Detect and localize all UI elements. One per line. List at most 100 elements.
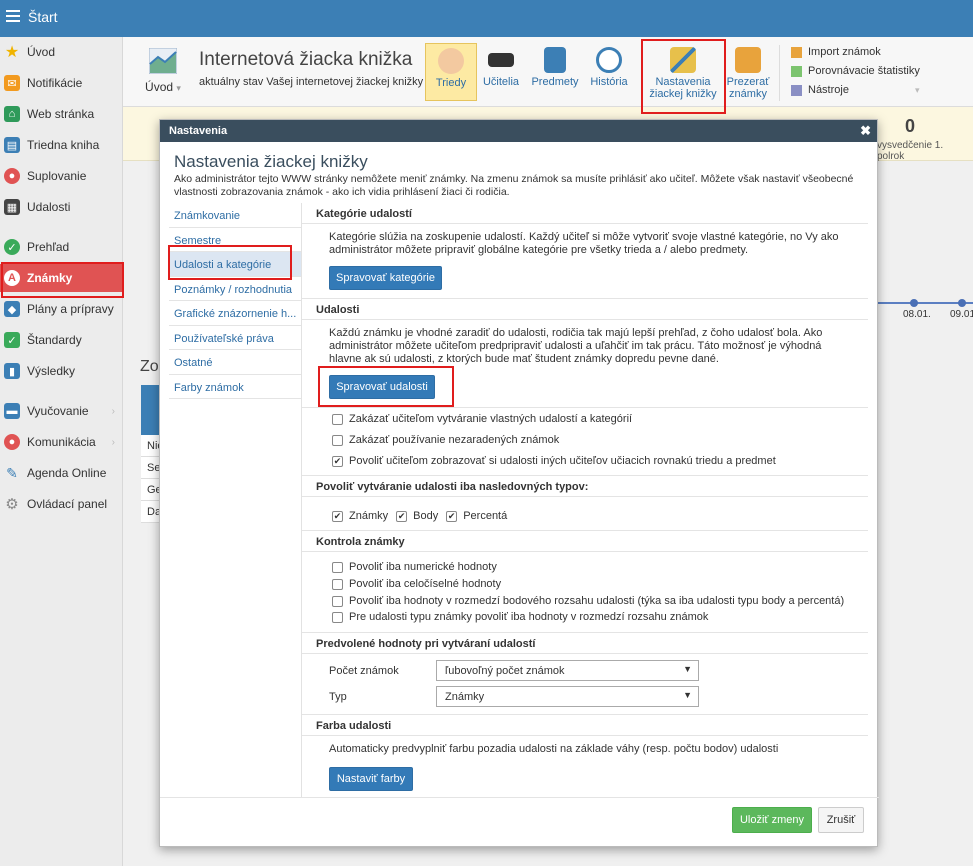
checkbox-row[interactable]: Pre udalosti typu známky povoliť iba hod… bbox=[332, 611, 708, 623]
toolbar-right-links: Import známok Porovnávacie štatistiky Ná… bbox=[791, 43, 920, 100]
set-colors-button[interactable]: Nastaviť farby bbox=[329, 767, 413, 791]
checkbox-row[interactable]: Povoliť iba celočíselné hodnoty bbox=[332, 578, 501, 590]
checkbox-row[interactable]: Zakázať používanie nezaradených známok bbox=[332, 434, 559, 446]
checkbox-checked[interactable]: ✔ bbox=[332, 455, 343, 467]
sidebar-item-udalosti[interactable]: ▦ Udalosti bbox=[0, 193, 123, 221]
sidebar-item-vysledky[interactable]: ▮ Výsledky bbox=[0, 357, 123, 385]
sidebar-item-label: Web stránka bbox=[27, 107, 95, 121]
settings-content: Kategórie udalostí Kategórie slúžia na z… bbox=[302, 203, 868, 797]
prezerat-label-line1: Prezerať bbox=[726, 76, 770, 88]
sidebar-item-uvod[interactable]: ★ Úvod bbox=[0, 38, 123, 66]
sidebar-item-label: Plány a prípravy bbox=[27, 302, 114, 316]
checkbox[interactable] bbox=[332, 611, 343, 623]
nastroje-dropdown[interactable]: Nástroje ▾ bbox=[791, 81, 920, 100]
uvod-button[interactable]: Úvod ▾ bbox=[139, 45, 187, 101]
checkbox-row[interactable]: Povoliť iba hodnoty v rozmedzí bodového … bbox=[332, 595, 844, 607]
statistics-icon bbox=[791, 66, 802, 77]
star-icon: ★ bbox=[4, 44, 20, 61]
sidebar-item-label: Vyučovanie bbox=[27, 404, 89, 418]
sidebar-item-plany[interactable]: ◆ Plány a prípravy bbox=[0, 295, 123, 323]
historia-button[interactable]: História bbox=[587, 43, 631, 101]
top-bar: Štart bbox=[0, 0, 973, 37]
nav-item-pouzivatelske-prava[interactable]: Používateľské práva bbox=[169, 326, 302, 350]
nastroje-label: Nástroje bbox=[808, 84, 849, 96]
count-select-value: ľubovoľný počet známok bbox=[445, 665, 565, 677]
caret-down-icon: ▼ bbox=[683, 664, 692, 674]
sidebar-item-suplovanie[interactable]: ● Suplovanie bbox=[0, 162, 123, 190]
manage-categories-button[interactable]: Spravovať kategórie bbox=[329, 266, 442, 290]
predmety-button[interactable]: Predmety bbox=[528, 43, 582, 101]
checkbox-row[interactable]: Zakázať učiteľom vytváranie vlastných ud… bbox=[332, 413, 632, 425]
sidebar-item-standardy[interactable]: ✓ Štandardy bbox=[0, 326, 123, 354]
type-select[interactable]: Známky ▼ bbox=[436, 686, 699, 707]
checkbox[interactable] bbox=[332, 413, 343, 425]
nav-item-semestre[interactable]: Semestre bbox=[169, 228, 302, 252]
checkbox-label: Známky bbox=[349, 510, 389, 522]
hamburger-menu-icon[interactable] bbox=[6, 10, 20, 25]
sidebar-item-label: Štandardy bbox=[27, 333, 82, 347]
tools-icon bbox=[791, 85, 802, 96]
sidebar-item-komunikacia[interactable]: ● Komunikácia › bbox=[0, 428, 123, 456]
sidebar-item-notifikacie[interactable]: ✉ Notifikácie bbox=[0, 69, 123, 97]
checkbox-label: Body bbox=[413, 510, 439, 522]
checkbox[interactable] bbox=[332, 434, 343, 446]
close-icon[interactable]: ✖ bbox=[860, 123, 871, 139]
modal-description: Ako administrátor tejto WWW stránky nemô… bbox=[174, 173, 854, 198]
toolbar: Úvod ▾ Internetová žiacka knižka aktuáln… bbox=[123, 37, 973, 107]
chevron-right-icon: › bbox=[111, 405, 115, 417]
check-icon: ✓ bbox=[4, 239, 20, 255]
nav-item-udalosti-kategorie[interactable]: Udalosti a kategórie bbox=[169, 252, 302, 277]
cancel-button[interactable]: Zrušiť bbox=[818, 807, 864, 833]
count-select[interactable]: ľubovoľný počet známok ▼ bbox=[436, 660, 699, 681]
checkbox[interactable] bbox=[332, 561, 343, 573]
sidebar-item-znamky[interactable]: A Známky bbox=[0, 264, 123, 292]
sidebar-item-triedna-kniha[interactable]: ▤ Triedna kniha bbox=[0, 131, 123, 159]
sidebar-item-vyucovanie[interactable]: ▬ Vyučovanie › bbox=[0, 397, 123, 425]
prezerat-label-line2: známky bbox=[729, 88, 767, 100]
manage-events-button[interactable]: Spravovať udalosti bbox=[329, 375, 435, 399]
checkbox-label: Povoliť učiteľom zobrazovať si udalosti … bbox=[349, 455, 776, 467]
sidebar-item-web-stranka[interactable]: ⌂ Web stránka bbox=[0, 100, 123, 128]
checkbox-checked[interactable]: ✔ bbox=[446, 510, 458, 522]
events-text: Každú známku je vhodné zaradiť do udalos… bbox=[329, 327, 823, 365]
nav-item-poznamky[interactable]: Poznámky / rozhodnutia bbox=[169, 277, 302, 301]
checkbox-label: Pre udalosti typu známky povoliť iba hod… bbox=[349, 611, 709, 623]
sidebar-item-label: Komunikácia bbox=[27, 435, 96, 449]
ucitelia-label: Učitelia bbox=[482, 76, 520, 88]
page-header: Internetová žiacka knižka aktuálny stav … bbox=[199, 49, 423, 88]
triedy-button[interactable]: Triedy bbox=[425, 43, 477, 101]
book-icon: ▤ bbox=[4, 137, 20, 153]
nav-item-znamkovanie[interactable]: Známkovanie bbox=[169, 203, 302, 228]
checkbox-row[interactable]: Povoliť iba numerické hodnoty bbox=[332, 561, 497, 573]
prezerat-znamky-button[interactable]: Prezerať známky bbox=[725, 43, 771, 101]
checkbox-row[interactable]: ✔ Povoliť učiteľom zobrazovať si udalost… bbox=[332, 455, 776, 467]
type-label: Typ bbox=[329, 691, 347, 703]
save-button[interactable]: Uložiť zmeny bbox=[732, 807, 812, 833]
modal-footer: Uložiť zmeny Zrušiť bbox=[160, 797, 879, 847]
nastavenia-button[interactable]: Nastavenia žiackej knižky bbox=[645, 43, 721, 101]
type-option-znamky[interactable]: ✔ Známky ✔ Body ✔ Percentá bbox=[332, 510, 507, 522]
settings-modal: Nastavenia ✖ Nastavenia žiackej knižky A… bbox=[159, 119, 879, 847]
classroom-icon: ▬ bbox=[4, 403, 20, 419]
checkbox-checked[interactable]: ✔ bbox=[332, 510, 343, 522]
nav-item-farby-znamok[interactable]: Farby známok bbox=[169, 375, 302, 399]
nav-item-ostatne[interactable]: Ostatné bbox=[169, 350, 302, 375]
porovnavacie-statistiky-link[interactable]: Porovnávacie štatistiky bbox=[791, 62, 920, 81]
sidebar-item-label: Triedna kniha bbox=[27, 138, 100, 152]
settings-pencil-icon bbox=[670, 47, 696, 73]
sidebar-item-agenda[interactable]: ✎ Agenda Online bbox=[0, 459, 123, 487]
import-znamok-link[interactable]: Import známok bbox=[791, 43, 920, 62]
nav-item-graficke[interactable]: Grafické znázornenie h... bbox=[169, 301, 302, 326]
ucitelia-button[interactable]: Učitelia bbox=[479, 43, 523, 101]
uvod-label: Úvod bbox=[145, 80, 174, 94]
top-bar-title[interactable]: Štart bbox=[28, 9, 58, 25]
grade-icon: A bbox=[4, 270, 20, 286]
sidebar-item-ovladaci-panel[interactable]: ⚙ Ovládací panel bbox=[0, 490, 123, 518]
graduation-cap-icon bbox=[488, 53, 514, 67]
checkbox[interactable] bbox=[332, 578, 343, 590]
sidebar-item-label: Suplovanie bbox=[27, 169, 87, 183]
section-title-types: Povoliť vytváranie udalosti iba nasledov… bbox=[302, 476, 868, 497]
checkbox[interactable] bbox=[332, 595, 343, 607]
sidebar-item-prehlad[interactable]: ✓ Prehľad bbox=[0, 233, 123, 261]
checkbox-checked[interactable]: ✔ bbox=[396, 510, 408, 522]
